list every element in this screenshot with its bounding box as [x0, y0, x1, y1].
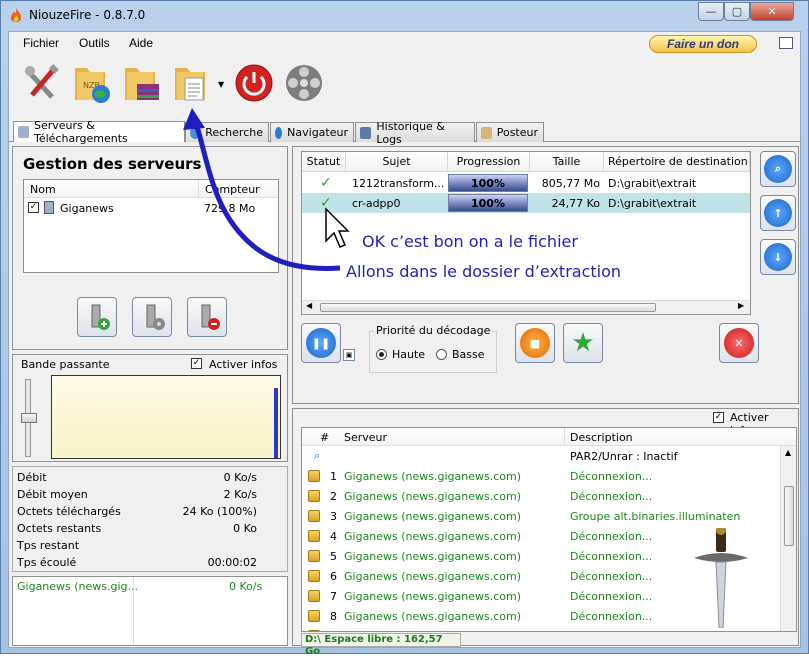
annotation-arrow	[183, 108, 341, 271]
mouse-cursor-icon	[325, 207, 350, 248]
annotation-line-1: OK c’est bon on a le fichier	[362, 232, 578, 251]
annotation-line-2: Allons dans le dossier d’extraction	[346, 262, 622, 281]
